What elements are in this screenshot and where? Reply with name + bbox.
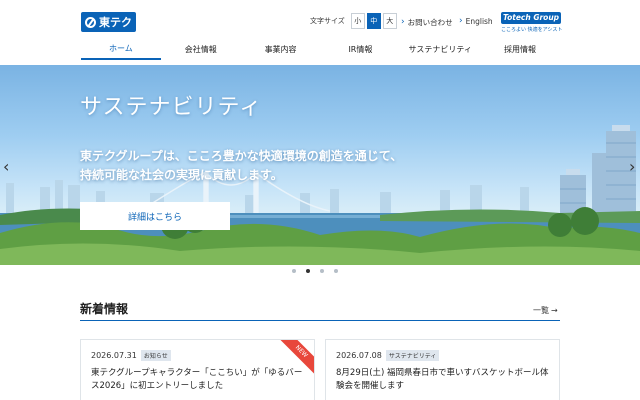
logo-mark-icon (85, 16, 96, 28)
arrow-right-icon: → (551, 306, 558, 315)
chevron-right-icon: › (401, 17, 405, 27)
main-nav: ホーム 会社情報 事業内容 IR情報 サステナビリティ 採用情報 (81, 38, 560, 60)
hero-title: サステナビリティ (80, 95, 263, 120)
hero-carousel: サステナビリティ 東テクグループは、こころ豊かな快適環境の創造を通じて、 持続可… (0, 65, 640, 265)
font-size-large-button[interactable]: 大 (382, 13, 397, 29)
nav-item-sustainability[interactable]: サステナビリティ (400, 38, 480, 60)
group-logo[interactable]: Totech Group こころよい 快適をアシスト (501, 12, 563, 34)
font-size-switcher: 文字サイズ 小 中 大 (310, 13, 397, 29)
news-card-meta: 2026.07.31 お知らせ (91, 350, 171, 361)
news-list-link-label: 一覧 (533, 306, 549, 315)
carousel-dot[interactable] (292, 269, 296, 273)
contact-link[interactable]: › お問い合わせ (401, 17, 453, 28)
font-size-small-button[interactable]: 小 (350, 13, 365, 29)
font-size-medium-button[interactable]: 中 (366, 13, 381, 29)
nav-item-recruit[interactable]: 採用情報 (480, 38, 560, 60)
news-category-badge: お知らせ (140, 350, 171, 361)
news-category-badge: サステナビリティ (385, 350, 440, 361)
news-list-link[interactable]: 一覧 → (533, 305, 558, 316)
news-divider (80, 320, 560, 321)
hero-text-line: 持続可能な社会の実現に貢献します。 (80, 168, 283, 182)
group-logo-text: Totech Group (501, 12, 561, 24)
news-date: 2026.07.08 (336, 351, 382, 360)
nav-item-home[interactable]: ホーム (81, 38, 161, 60)
contact-link-label: お問い合わせ (407, 18, 453, 27)
news-card[interactable]: 2026.07.31 お知らせ 東テクグループキャラクター「ここちい」が「ゆるバ… (80, 339, 315, 400)
carousel-dot[interactable] (334, 269, 338, 273)
news-card[interactable]: 2026.07.08 サステナビリティ 8月29日(土) 福岡県春日市で車いすバ… (325, 339, 560, 400)
page: 東テク 文字サイズ 小 中 大 › お問い合わせ › English Totec… (0, 0, 640, 400)
font-size-label: 文字サイズ (310, 17, 345, 25)
english-link-label: English (465, 17, 493, 26)
news-date: 2026.07.31 (91, 351, 137, 360)
carousel-dots (292, 269, 338, 273)
group-logo-tagline: こころよい 快適をアシスト (501, 27, 563, 33)
nav-item-ir[interactable]: IR情報 (320, 38, 400, 60)
hero-detail-button[interactable]: 詳細はこちら (80, 202, 230, 230)
nav-item-company[interactable]: 会社情報 (161, 38, 241, 60)
news-heading: 新着情報 (80, 302, 129, 316)
company-logo[interactable]: 東テク (81, 12, 136, 32)
carousel-dot[interactable] (320, 269, 324, 273)
hero-text-line: 東テクグループは、こころ豊かな快適環境の創造を通じて、 (80, 149, 403, 163)
nav-item-business[interactable]: 事業内容 (241, 38, 321, 60)
news-title: 8月29日(土) 福岡県春日市で車いすバスケットボール体験会を開催します (336, 368, 549, 391)
logo-text: 東テク (99, 16, 132, 29)
chevron-right-icon[interactable]: › (629, 157, 635, 176)
news-card-meta: 2026.07.08 サステナビリティ (336, 350, 440, 361)
chevron-left-icon[interactable]: ‹ (3, 157, 9, 176)
english-link[interactable]: › English (459, 16, 493, 27)
carousel-dot-active[interactable] (306, 269, 310, 273)
news-title: 東テクグループキャラクター「ここちい」が「ゆるバース2026」に初エントリーしま… (91, 368, 303, 391)
chevron-right-icon: › (459, 16, 463, 26)
hero-text: 東テクグループは、こころ豊かな快適環境の創造を通じて、 持続可能な社会の実現に貢… (80, 147, 402, 185)
